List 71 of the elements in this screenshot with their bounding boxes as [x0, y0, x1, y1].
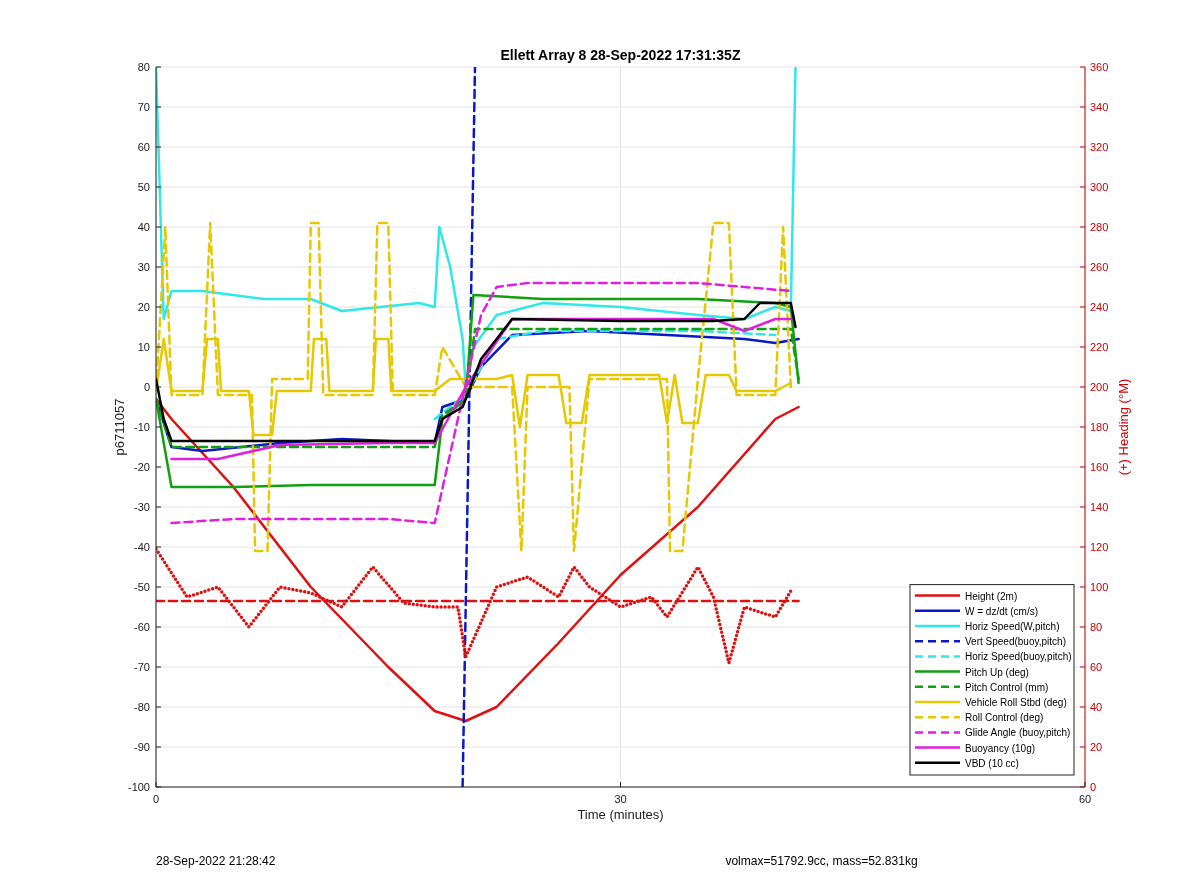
y2-tick-label: 300 — [1090, 181, 1109, 193]
y-tick-label: 20 — [137, 301, 150, 313]
legend-swatch — [915, 761, 960, 765]
legend-swatch — [915, 670, 960, 673]
y-tick-label: 0 — [143, 381, 150, 393]
legend-label: Buoyancy (10g) — [965, 742, 1036, 754]
x-axis-label: Time (minutes) — [577, 807, 664, 822]
legend-label: Horiz Speed(buoy,pitch) — [965, 651, 1072, 663]
y-tick-label: -90 — [134, 741, 150, 753]
legend-label: Horiz Speed(W,pitch) — [965, 621, 1060, 632]
y2-tick-label: 20 — [1090, 741, 1103, 753]
y-tick-label: 70 — [137, 101, 150, 113]
y2-tick-label: 280 — [1090, 221, 1109, 233]
y2-tick-label: 140 — [1090, 501, 1109, 513]
y2-tick-label: 200 — [1090, 381, 1109, 393]
legend-swatch — [915, 609, 960, 613]
y-axis-label: p6711057 — [112, 398, 127, 456]
y-tick-label: 80 — [137, 61, 150, 73]
legend-swatch — [915, 639, 960, 643]
y-tick-label: -70 — [134, 661, 150, 673]
legend-label: W = dz/dt (cm/s) — [965, 605, 1039, 617]
y-tick-label: -80 — [134, 701, 150, 713]
y2-tick-label: 260 — [1090, 261, 1109, 273]
y-tick-label: -100 — [127, 781, 150, 793]
x-tick-label: 60 — [1078, 793, 1092, 805]
y2-tick-label: 180 — [1090, 421, 1109, 433]
y2-axis-label: (+) Heading (°M) — [1116, 378, 1131, 476]
x-tick-label: 30 — [614, 793, 627, 805]
y2-tick-label: 120 — [1090, 541, 1109, 553]
y2-tick-label: 240 — [1090, 301, 1109, 313]
y2-tick-label: 80 — [1090, 621, 1103, 633]
legend-swatch — [915, 731, 960, 734]
y2-tick-label: 360 — [1090, 61, 1109, 73]
y-tick-label: -30 — [134, 501, 150, 513]
y2-tick-label: 40 — [1090, 701, 1103, 713]
y-tick-label: 60 — [137, 141, 150, 153]
legend-swatch — [915, 624, 960, 628]
legend-label: Pitch Control (mm) — [965, 681, 1049, 693]
y2-tick-label: 0 — [1090, 781, 1097, 793]
y2-tick-label: 220 — [1090, 341, 1109, 353]
y-tick-label: 30 — [137, 261, 150, 273]
y-tick-label: -20 — [134, 461, 150, 473]
y2-tick-label: 60 — [1090, 661, 1103, 673]
x-tick-label: 0 — [152, 793, 160, 805]
y-tick-label: -50 — [134, 581, 150, 593]
legend-label: Vehicle Roll Stbd (deg) — [965, 697, 1067, 708]
y2-tick-label: 320 — [1090, 141, 1109, 153]
legend-swatch — [915, 746, 960, 749]
y-tick-label: -60 — [134, 621, 150, 633]
legend-label: Height (2m) — [965, 590, 1018, 602]
y2-tick-label: 100 — [1090, 581, 1109, 593]
legend-swatch — [915, 655, 960, 658]
legend-label: Glide Angle (buoy,pitch) — [965, 727, 1071, 739]
y-tick-label: 50 — [137, 181, 150, 193]
timestamp-text: 28-Sep-2022 21:28:42 — [156, 853, 276, 870]
legend-swatch — [915, 700, 960, 704]
y-tick-label: 40 — [137, 221, 150, 233]
y2-tick-label: 160 — [1090, 461, 1109, 473]
legend-label: Pitch Up (deg) — [965, 666, 1029, 678]
legend-swatch — [915, 594, 960, 597]
summary-text: volmax=51792.9cc, mass=52.831kg — [725, 853, 918, 870]
legend-swatch — [915, 685, 960, 689]
y2-tick-label: 340 — [1090, 101, 1109, 113]
legend-label: Roll Control (deg) — [965, 712, 1044, 724]
y-tick-label: 10 — [137, 341, 150, 353]
legend-label: VBD (10 cc) — [965, 757, 1019, 769]
y-tick-label: -10 — [134, 421, 150, 433]
chart-title: Ellett Array 8 28-Sep-2022 17:31:35Z — [500, 47, 741, 63]
legend-swatch — [915, 715, 960, 719]
y-tick-label: -40 — [134, 541, 150, 553]
legend-label: Vert Speed(buoy,pitch) — [965, 636, 1066, 648]
